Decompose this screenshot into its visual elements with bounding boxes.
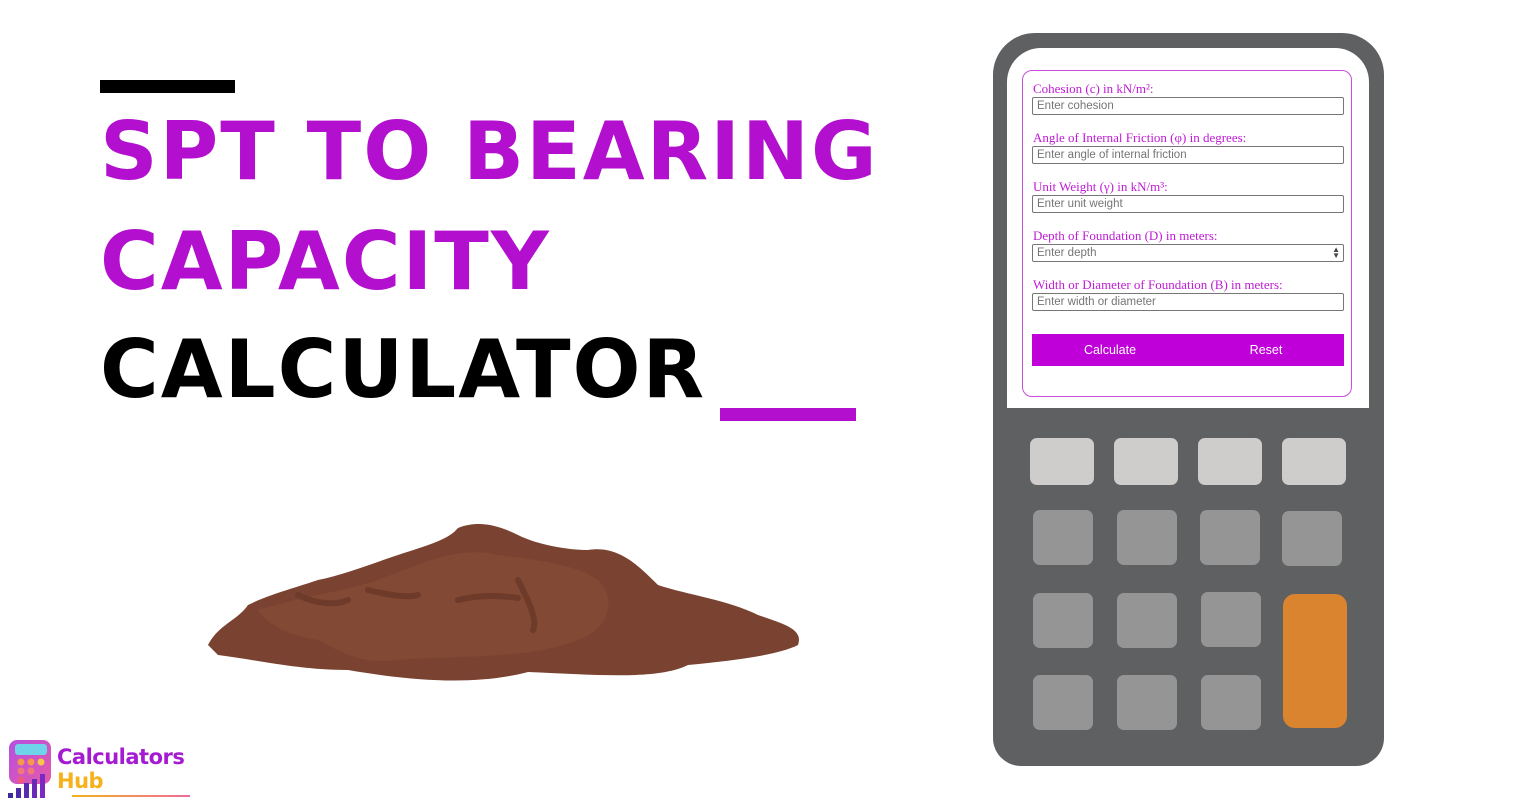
calc-key	[1201, 592, 1261, 647]
depth-label: Depth of Foundation (D) in meters:	[1033, 228, 1218, 243]
cohesion-label: Cohesion (c) in kN/m²:	[1033, 81, 1154, 96]
button-row: Calculate Reset	[1032, 334, 1344, 366]
friction-angle-input[interactable]: Enter angle of internal friction	[1032, 146, 1344, 164]
cohesion-input[interactable]: Enter cohesion	[1032, 97, 1344, 115]
calc-key	[1200, 510, 1260, 565]
title-line-2: CAPACITY	[100, 215, 551, 308]
calc-key	[1198, 438, 1262, 485]
logo-text-calculators: Calculators	[57, 745, 185, 769]
calc-equals-key	[1283, 594, 1347, 728]
title-line-3: CALCULATOR	[100, 323, 707, 416]
calc-key	[1201, 675, 1261, 730]
logo-text-hub: Hub	[57, 769, 104, 793]
logo-underline	[72, 795, 190, 797]
calc-key	[1030, 438, 1094, 485]
friction-angle-label: Angle of Internal Friction (φ) in degree…	[1033, 130, 1247, 145]
calculate-button[interactable]: Calculate	[1032, 334, 1188, 366]
calc-key	[1117, 510, 1177, 565]
depth-input[interactable]: Enter depth ▲ ▼	[1032, 244, 1344, 262]
soil-pile-icon	[208, 524, 799, 681]
calc-key	[1033, 675, 1093, 730]
calc-key	[1033, 593, 1093, 648]
calc-key	[1117, 593, 1177, 648]
calc-key	[1282, 511, 1342, 566]
calc-key	[1114, 438, 1178, 485]
reset-button[interactable]: Reset	[1188, 334, 1344, 366]
calc-key	[1033, 510, 1093, 565]
number-spinner-icon[interactable]: ▲ ▼	[1332, 246, 1340, 260]
unit-weight-input[interactable]: Enter unit weight	[1032, 195, 1344, 213]
decorative-top-bar	[100, 80, 235, 93]
calc-key	[1282, 438, 1346, 485]
width-label: Width or Diameter of Foundation (B) in m…	[1033, 277, 1283, 292]
calculator-chart-logo-icon	[8, 740, 51, 798]
calculator-form: Cohesion (c) in kN/m²: Enter cohesion An…	[1022, 70, 1352, 397]
decorative-underline-bar	[720, 408, 856, 421]
width-input[interactable]: Enter width or diameter	[1032, 293, 1344, 311]
unit-weight-label: Unit Weight (γ) in kN/m³:	[1033, 179, 1168, 194]
depth-placeholder: Enter depth	[1037, 247, 1097, 259]
title-line-1: SPT TO BEARING	[100, 105, 879, 198]
calc-key	[1117, 675, 1177, 730]
